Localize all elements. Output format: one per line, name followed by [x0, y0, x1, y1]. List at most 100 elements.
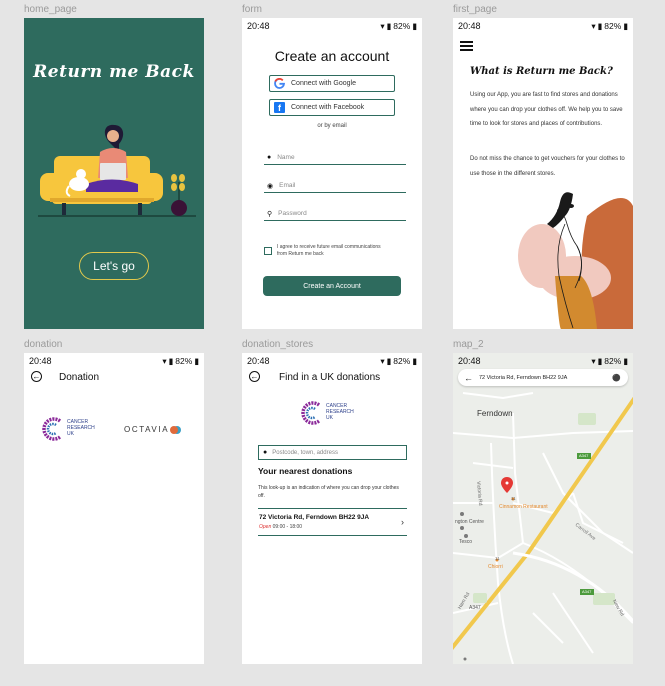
password-placeholder: Password	[278, 210, 307, 217]
opening-hours: 09:00 - 18:00	[272, 524, 303, 530]
octavia-logo-text: OCTAVIA	[124, 425, 170, 434]
map-label-ferndown: Ferndown	[477, 409, 513, 418]
status-bar: 20:48 ▾ ▮ 82% ▮	[458, 355, 628, 367]
donation-stores-screen: 20:48 ▾ ▮ 82% ▮ ← Find in a UK donations CA…	[242, 353, 422, 664]
back-arrow-icon[interactable]: ←	[464, 373, 473, 383]
postcode-search-input[interactable]: ● Postcode, town, address	[258, 445, 407, 460]
battery-icon: ▮	[623, 355, 628, 366]
cancer-research-emblem	[301, 401, 321, 425]
battery-level: 82%	[393, 356, 411, 366]
map-label-chiorri: Chiorri	[488, 564, 503, 570]
consent-text: I agree to receive future email communic…	[277, 244, 402, 258]
store-address: 72 Victoria Rd, Ferndown BH22 9JA	[259, 514, 370, 521]
map-search-bar[interactable]: ← 72 Victoria Rd, Ferndown BH22 9JA ⚫	[458, 369, 628, 386]
facebook-connect-button[interactable]: f Connect with Facebook	[269, 99, 395, 116]
page-title: Find in a UK donations	[279, 372, 381, 383]
password-field[interactable]: ⚲ Password	[264, 207, 406, 221]
map-screen: ← 72 Victoria Rd, Ferndown BH22 9JA ⚫ 20…	[453, 353, 633, 664]
map-label-pennington-centre: ngton Centre	[455, 519, 484, 525]
status-bar: 20:48 ▾ ▮ 82% ▮	[247, 20, 417, 32]
status-time: 20:48	[247, 356, 270, 366]
wifi-icon: ▾	[380, 355, 385, 366]
page-title: Donation	[59, 372, 100, 383]
google-connect-button[interactable]: Connect with Google	[269, 75, 395, 92]
intro-paragraph: Using our App, you are fast to find stor…	[470, 92, 623, 128]
wifi-icon: ▾	[591, 355, 596, 366]
signal-icon: ▮	[597, 20, 603, 31]
email-placeholder: Email	[279, 182, 296, 189]
status-time: 20:48	[29, 356, 52, 366]
battery-level: 82%	[604, 21, 622, 31]
cr-word-3: UK	[326, 414, 333, 421]
app-title: Return me Back	[33, 62, 195, 82]
voucher-paragraph: Do not miss the chance to get vouchers f…	[470, 156, 625, 177]
frame-label-first: first_page	[453, 4, 497, 15]
name-field[interactable]: ● Name	[264, 151, 406, 165]
map-label-pin-number-1: 11	[511, 496, 516, 501]
page-title: Create an account	[274, 48, 390, 64]
page-title: What is Return me Back?	[470, 66, 613, 77]
nearest-heading: Your nearest donations	[258, 466, 353, 476]
map-label-pin-number-2: 11	[495, 556, 500, 561]
signal-icon: ▮	[386, 20, 392, 31]
wifi-icon: ▾	[162, 355, 167, 366]
map-road-sign-a347-1: A347	[579, 453, 589, 458]
google-icon	[274, 78, 285, 89]
form-screen: 20:48 ▾ ▮ 82% ▮ Create an account Connect w…	[242, 18, 422, 329]
map-label-a347-3: A347	[469, 605, 481, 611]
lets-go-button[interactable]: Let's go	[79, 252, 149, 280]
battery-icon: ▮	[194, 355, 199, 366]
or-by-email: or by email	[317, 123, 347, 129]
status-bar: 20:48 ▾ ▮ 82% ▮	[29, 355, 199, 367]
frame-label-form: form	[242, 4, 262, 15]
octavia-emblem-icon	[170, 425, 179, 434]
email-field[interactable]: ◉ Email	[264, 179, 406, 193]
facebook-connect-label: Connect with Facebook	[291, 104, 365, 111]
status-time: 20:48	[247, 21, 270, 31]
store-list-item[interactable]: 72 Victoria Rd, Ferndown BH22 9JA Open 0…	[258, 508, 407, 536]
cancer-research-uk-logo[interactable]: CANCER RESEARCH UK	[39, 417, 105, 441]
user-icon: ●	[267, 154, 272, 161]
microphone-icon[interactable]: ⚫	[612, 374, 621, 382]
search-placeholder: Postcode, town, address	[272, 449, 338, 456]
wifi-icon: ▾	[591, 20, 596, 31]
at-icon: ◉	[267, 182, 274, 190]
lookup-note: This look-up is an indication of where y…	[258, 485, 399, 499]
key-icon: ⚲	[267, 210, 273, 218]
location-pin-icon: ●	[263, 449, 268, 456]
octavia-logo[interactable]: OCTAVIA	[124, 425, 179, 434]
cancer-research-emblem	[42, 417, 62, 441]
signal-icon: ▮	[168, 355, 174, 366]
battery-icon: ▮	[623, 20, 628, 31]
back-arrow-icon[interactable]: ←	[31, 371, 42, 382]
store-hours: Open 09:00 - 18:00	[259, 524, 302, 530]
consent-line-2: from Return me back	[277, 250, 324, 257]
frame-label-stores: donation_stores	[242, 339, 314, 350]
woman-line-art-illustration	[518, 192, 633, 329]
frame-label-home: home_page	[24, 4, 77, 15]
map-label-cinnamon-restaurant: Cinnamon Restaurant	[499, 504, 548, 510]
map-label-tesco: Tesco	[459, 539, 473, 545]
status-time: 20:48	[458, 356, 481, 366]
consent-checkbox[interactable]	[264, 247, 272, 255]
battery-level: 82%	[175, 356, 193, 366]
battery-level: 82%	[393, 21, 411, 31]
frame-label-donation: donation	[24, 339, 63, 350]
woman-on-sofa-illustration	[38, 124, 196, 217]
menu-icon[interactable]	[460, 41, 473, 53]
chevron-right-icon: ›	[401, 517, 404, 527]
battery-level: 82%	[604, 356, 622, 366]
battery-icon: ▮	[412, 355, 417, 366]
battery-icon: ▮	[412, 20, 417, 31]
google-connect-label: Connect with Google	[291, 80, 356, 87]
wifi-icon: ▾	[380, 20, 385, 31]
frame-label-map: map_2	[453, 339, 484, 350]
map-search-text: 72 Victoria Rd, Ferndown BH22 9JA	[479, 374, 568, 381]
map-road-sign-a347-2: A347	[582, 589, 592, 594]
name-placeholder: Name	[277, 154, 295, 161]
create-account-button[interactable]: Create an Account	[263, 276, 401, 296]
open-status: Open	[259, 524, 272, 530]
signal-icon: ▮	[386, 355, 392, 366]
back-arrow-icon[interactable]: ←	[249, 371, 260, 382]
status-bar: 20:48 ▾ ▮ 82% ▮	[247, 355, 417, 367]
